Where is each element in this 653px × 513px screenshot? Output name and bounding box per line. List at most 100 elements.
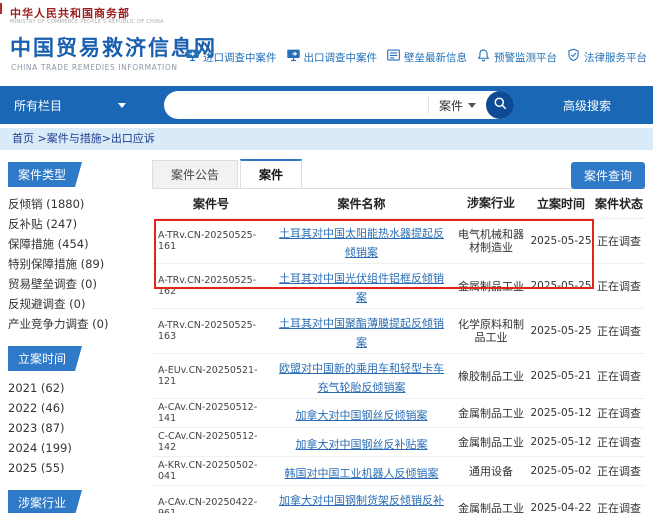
- sidebar-item-year-2021[interactable]: 2021 (62): [8, 378, 138, 398]
- advanced-search-link[interactable]: 高级搜索: [563, 97, 611, 114]
- col-header-case-number: 案件号: [152, 195, 270, 212]
- sidebar-item-industry-competitiveness[interactable]: 产业竞争力调查 (0): [8, 314, 138, 334]
- tab-case-announcements[interactable]: 案件公告: [152, 160, 238, 188]
- case-name-link[interactable]: 土耳其对中国光伏组件铝框反倾销案: [279, 272, 444, 304]
- category-dropdown-label: 所有栏目: [14, 97, 62, 114]
- case-number: A-TRv.CN-20250525-162: [152, 275, 270, 297]
- sidebar-item-trade-barrier[interactable]: 贸易壁垒调查 (0): [8, 274, 138, 294]
- search-button[interactable]: [486, 91, 514, 119]
- link-legal-platform[interactable]: 法律服务平台: [566, 48, 647, 66]
- case-date: 2025-05-02: [529, 465, 593, 477]
- search-scope-dropdown[interactable]: 案件: [428, 96, 486, 114]
- col-header-case-name: 案件名称: [270, 195, 453, 212]
- category-dropdown[interactable]: 所有栏目: [14, 97, 126, 114]
- import-cases-icon: [185, 48, 200, 66]
- sidebar-item-year-2024[interactable]: 2024 (199): [8, 438, 138, 458]
- sidebar-item-safeguard[interactable]: 保障措施 (454): [8, 234, 138, 254]
- case-date: 2025-05-12: [529, 407, 593, 419]
- table-row: A-CAv.CN-20250512-141 加拿大对中国钢丝反倾销案 金属制品工…: [152, 399, 645, 428]
- chevron-down-icon: [118, 103, 126, 108]
- link-export-cases[interactable]: 出口调查中案件: [286, 48, 378, 66]
- quick-link-label: 进口调查中案件: [203, 50, 277, 65]
- sidebar-section-header: 涉案行业: [8, 490, 82, 513]
- search-pill: 案件: [164, 91, 514, 119]
- case-date: 2025-05-21: [529, 370, 593, 382]
- sidebar-item-year-2022[interactable]: 2022 (46): [8, 398, 138, 418]
- case-name-link[interactable]: 加拿大对中国钢丝反倾销案: [296, 409, 428, 422]
- link-alert-platform[interactable]: 预警监测平台: [476, 48, 557, 66]
- quick-link-label: 出口调查中案件: [304, 50, 378, 65]
- case-industry: 化学原料和制品工业: [453, 318, 529, 344]
- sidebar-item-countervailing[interactable]: 反补贴 (247): [8, 214, 138, 234]
- sidebar-section-header: 立案时间: [8, 346, 82, 371]
- table-row: A-TRv.CN-20250525-162 土耳其对中国光伏组件铝框反倾销案 金…: [152, 264, 645, 309]
- barrier-info-icon: [386, 48, 401, 66]
- link-import-cases[interactable]: 进口调查中案件: [185, 48, 277, 66]
- main-panel: 案件公告 案件 案件查询 案件号 案件名称 涉案行业 立案时间 案件状态 A-T…: [152, 162, 645, 513]
- col-header-filing-date: 立案时间: [529, 195, 593, 212]
- case-status: 正在调查: [593, 323, 645, 339]
- table-row: A-TRv.CN-20250525-163 土耳其对中国聚酯薄膜提起反倾销案 化…: [152, 309, 645, 354]
- case-number: A-KRv.CN-20250502-041: [152, 460, 270, 482]
- search-bar: 所有栏目 案件 高级搜索: [0, 86, 653, 124]
- page: 中华人民共和国商务部 MINISTRY OF COMMERCE PEOPLE'S…: [0, 0, 653, 513]
- tab-bar: 案件公告 案件 案件查询: [152, 162, 645, 189]
- col-header-industry: 涉案行业: [453, 197, 529, 210]
- chevron-down-icon: [468, 103, 476, 108]
- table-row: C-CAv.CN-20250512-142 加拿大对中国钢丝反补贴案 金属制品工…: [152, 428, 645, 457]
- case-name-link[interactable]: 加拿大对中国钢制货架反倾销反补贴案: [279, 494, 444, 513]
- case-number: C-CAv.CN-20250512-142: [152, 431, 270, 453]
- ministry-name-en: MINISTRY OF COMMERCE PEOPLE'S REPUBLIC O…: [10, 19, 164, 25]
- case-query-button[interactable]: 案件查询: [571, 162, 645, 189]
- case-date: 2025-05-25: [529, 325, 593, 337]
- site-header: 中华人民共和国商务部 MINISTRY OF COMMERCE PEOPLE'S…: [0, 0, 653, 86]
- table-row: A-CAv.CN-20250422-961 加拿大对中国钢制货架反倾销反补贴案 …: [152, 486, 645, 513]
- table-header-row: 案件号 案件名称 涉案行业 立案时间 案件状态: [152, 189, 645, 219]
- case-number: A-EUv.CN-20250521-121: [152, 365, 270, 387]
- case-name-link[interactable]: 加拿大对中国钢丝反补贴案: [296, 438, 428, 451]
- table-row: A-EUv.CN-20250521-121 欧盟对中国新的乘用车和轻型卡车充气轮…: [152, 354, 645, 399]
- logo-red-mark: [0, 3, 2, 14]
- sidebar-item-year-2025[interactable]: 2025 (55): [8, 458, 138, 478]
- case-name-link[interactable]: 土耳其对中国聚酯薄膜提起反倾销案: [279, 317, 444, 349]
- case-industry: 金属制品工业: [453, 502, 529, 513]
- sidebar-item-anticircumvention[interactable]: 反规避调查 (0): [8, 294, 138, 314]
- site-subtitle: CHINA TRADE REMEDIES INFORMATION: [11, 63, 178, 72]
- sidebar-item-special-safeguard[interactable]: 特别保障措施 (89): [8, 254, 138, 274]
- case-status: 正在调查: [593, 463, 645, 479]
- case-number: A-CAv.CN-20250512-141: [152, 402, 270, 424]
- case-industry: 金属制品工业: [453, 407, 529, 420]
- case-number: A-TRv.CN-20250525-161: [152, 230, 270, 252]
- col-header-status: 案件状态: [593, 195, 645, 212]
- case-name-link[interactable]: 土耳其对中国太阳能热水器提起反倾销案: [279, 227, 444, 259]
- case-date: 2025-05-25: [529, 235, 593, 247]
- case-number: A-TRv.CN-20250525-163: [152, 320, 270, 342]
- alert-bell-icon: [476, 48, 491, 66]
- case-status: 正在调查: [593, 278, 645, 294]
- case-date: 2025-04-22: [529, 502, 593, 513]
- case-name-link[interactable]: 欧盟对中国新的乘用车和轻型卡车充气轮胎反倾销案: [279, 362, 444, 394]
- case-name-link[interactable]: 韩国对中国工业机器人反倾销案: [285, 467, 439, 480]
- case-status: 正在调查: [593, 500, 645, 513]
- legal-shield-icon: [566, 48, 581, 66]
- sidebar-item-year-2023[interactable]: 2023 (87): [8, 418, 138, 438]
- quick-link-label: 壁垒最新信息: [404, 50, 467, 65]
- sidebar-section-header: 案件类型: [8, 162, 82, 187]
- quick-link-label: 法律服务平台: [584, 50, 647, 65]
- search-icon: [493, 96, 508, 114]
- search-input[interactable]: [168, 93, 428, 117]
- case-industry: 通用设备: [453, 465, 529, 478]
- tab-cases[interactable]: 案件: [240, 159, 302, 188]
- table-row: A-KRv.CN-20250502-041 韩国对中国工业机器人反倾销案 通用设…: [152, 457, 645, 486]
- quick-link-label: 预警监测平台: [494, 50, 557, 65]
- export-cases-icon: [286, 48, 301, 66]
- link-barrier-info[interactable]: 壁垒最新信息: [386, 48, 467, 66]
- sidebar-item-antidumping[interactable]: 反倾销 (1880): [8, 194, 138, 214]
- content-area: 案件类型 反倾销 (1880) 反补贴 (247) 保障措施 (454) 特别保…: [0, 150, 653, 513]
- case-status: 正在调查: [593, 368, 645, 384]
- case-industry: 金属制品工业: [453, 436, 529, 449]
- sidebar-section-filing-year: 立案时间 2021 (62) 2022 (46) 2023 (87) 2024 …: [8, 346, 138, 478]
- table-row: A-TRv.CN-20250525-161 土耳其对中国太阳能热水器提起反倾销案…: [152, 219, 645, 264]
- breadcrumb[interactable]: 首页 >案件与措施>出口应诉: [0, 128, 653, 150]
- case-date: 2025-05-12: [529, 436, 593, 448]
